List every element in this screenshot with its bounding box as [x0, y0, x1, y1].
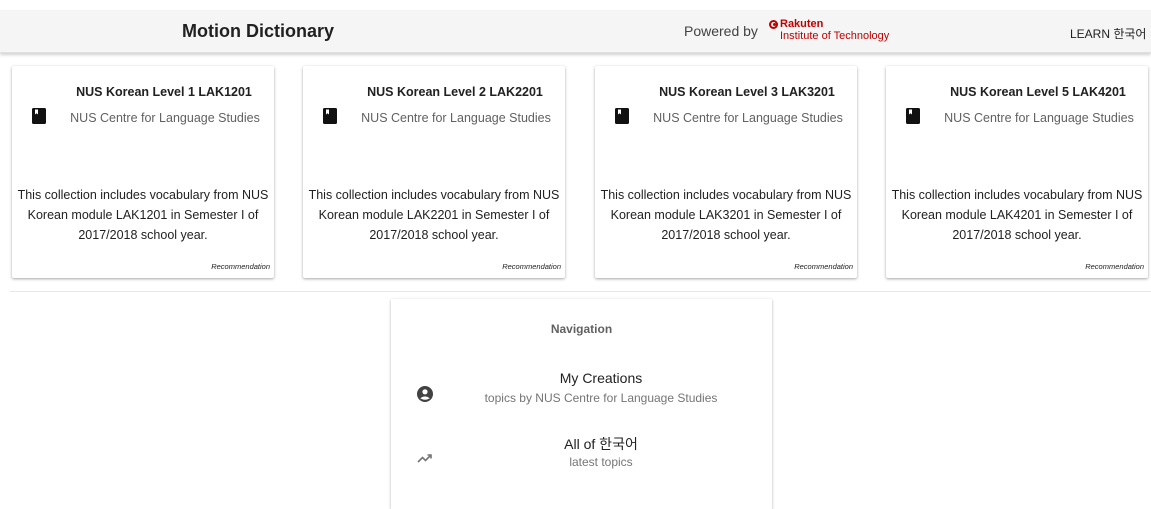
card-org: NUS Centre for Language Studies	[653, 111, 843, 125]
card-title: NUS Korean Level 3 LAK3201	[659, 85, 835, 99]
nav-item-label: My Creations	[559, 370, 643, 386]
card-description: This collection includes vocabulary from…	[17, 188, 269, 242]
book-icon	[615, 108, 629, 124]
trending-up-icon	[417, 454, 432, 463]
recommendation-tag: Recommendation	[794, 262, 853, 271]
rakuten-mark-icon	[769, 20, 778, 29]
book-icon	[906, 108, 920, 124]
card-org: NUS Centre for Language Studies	[361, 111, 551, 125]
recommendation-tag: Recommendation	[502, 262, 561, 271]
nav-item-all-korean[interactable]: All of 한국어 latest topics	[391, 434, 772, 480]
card-title: NUS Korean Level 1 LAK1201	[76, 85, 252, 99]
rakuten-logo-sub: Institute of Technology	[780, 30, 890, 42]
card-description: This collection includes vocabulary from…	[308, 188, 560, 242]
nav-item-my-creations[interactable]: My Creations topics by NUS Centre for La…	[391, 370, 772, 416]
app-title[interactable]: Motion Dictionary	[182, 21, 334, 42]
card-org: NUS Centre for Language Studies	[70, 111, 260, 125]
nav-item-label: All of 한국어	[564, 436, 638, 452]
collection-card[interactable]: NUS Korean Level 1 LAK1201 NUS Centre fo…	[12, 66, 274, 278]
app-bar: Motion Dictionary Powered by Rakuten Ins…	[0, 10, 1151, 53]
card-description: This collection includes vocabulary from…	[891, 188, 1143, 242]
collection-card[interactable]: NUS Korean Level 2 LAK2201 NUS Centre fo…	[303, 66, 565, 278]
card-description: This collection includes vocabulary from…	[600, 188, 852, 242]
card-title: NUS Korean Level 5 LAK4201	[950, 85, 1126, 99]
nav-item-sub: latest topics	[569, 455, 633, 469]
book-icon	[323, 108, 337, 124]
rakuten-logo-word: Rakuten	[780, 18, 824, 30]
card-org: NUS Centre for Language Studies	[944, 111, 1134, 125]
card-title: NUS Korean Level 2 LAK2201	[367, 85, 543, 99]
recommendation-tag: Recommendation	[211, 262, 270, 271]
navigation-card: Navigation My Creations topics by NUS Ce…	[391, 299, 772, 509]
recommendation-tag: Recommendation	[1085, 262, 1144, 271]
learn-korean-link[interactable]: LEARN 한국어	[1070, 25, 1146, 42]
powered-by-label: Powered by	[684, 23, 758, 39]
section-divider	[10, 291, 1151, 292]
book-icon	[32, 108, 46, 124]
navigation-title: Navigation	[550, 322, 613, 336]
collection-card[interactable]: NUS Korean Level 5 LAK4201 NUS Centre fo…	[886, 66, 1148, 278]
nav-item-sub: topics by NUS Centre for Language Studie…	[484, 391, 718, 405]
collection-card[interactable]: NUS Korean Level 3 LAK3201 NUS Centre fo…	[595, 66, 857, 278]
account-circle-icon	[417, 386, 433, 402]
rakuten-logo[interactable]: Rakuten Institute of Technology	[769, 19, 909, 45]
